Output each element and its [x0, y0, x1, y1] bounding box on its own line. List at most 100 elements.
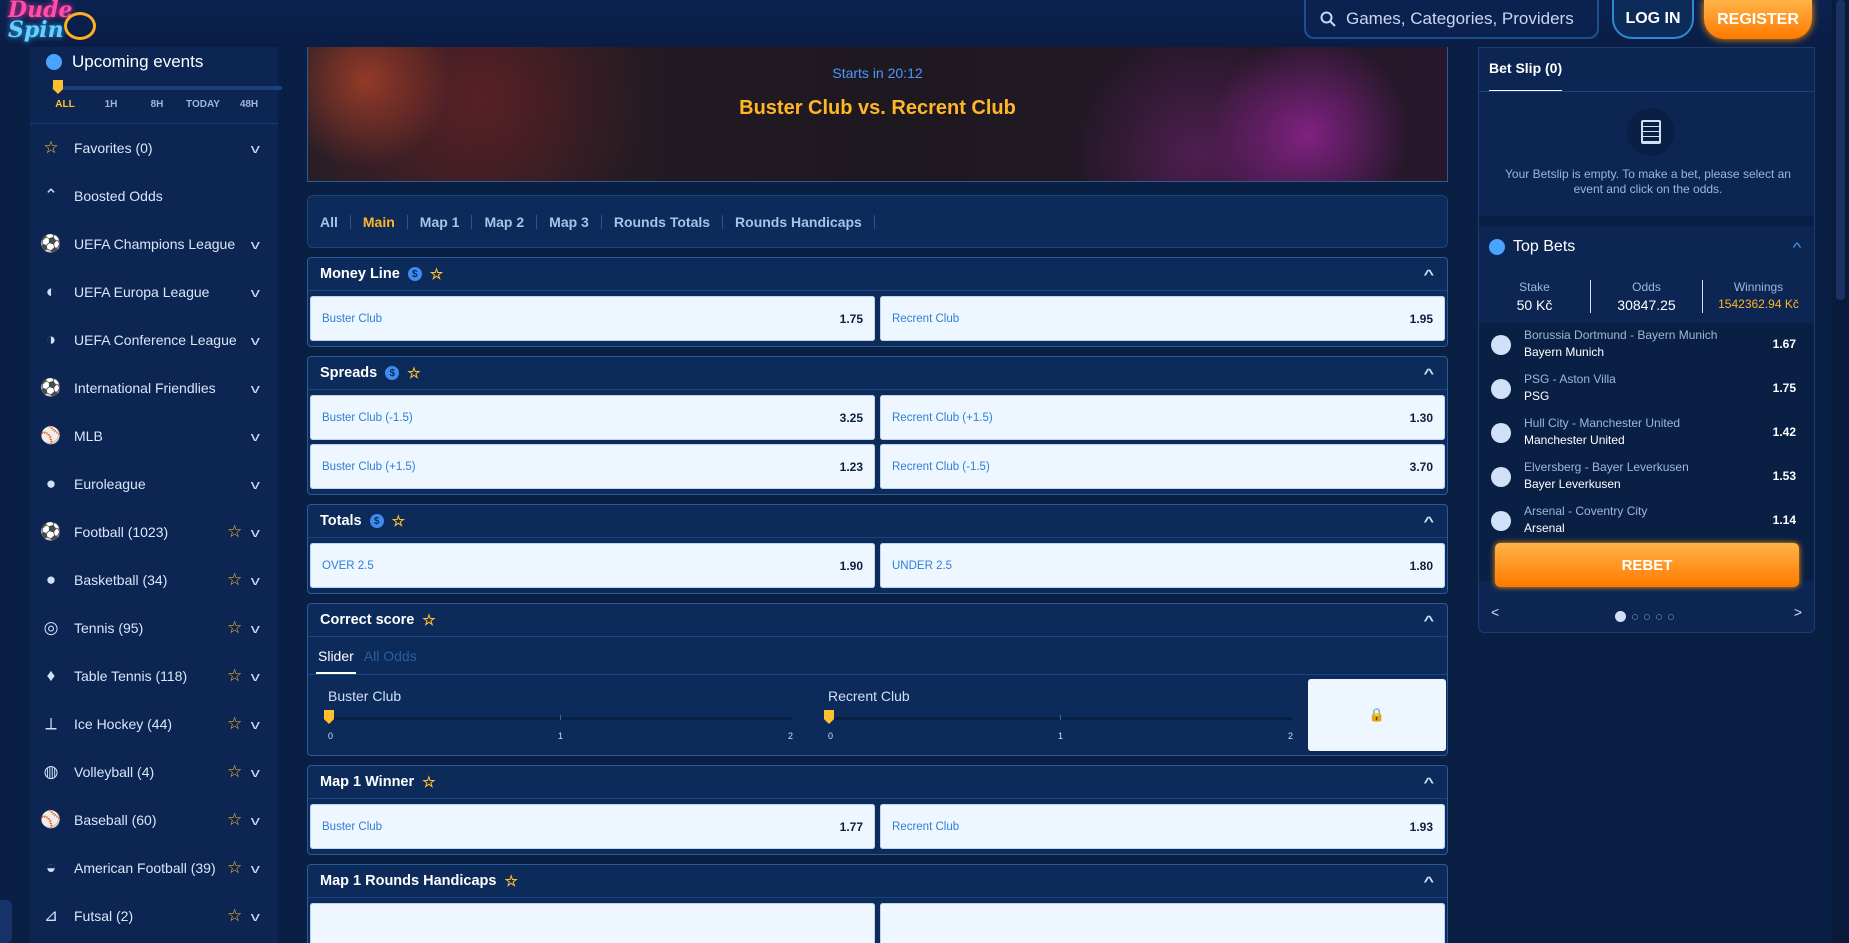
rebet-button[interactable]: REBET	[1495, 543, 1799, 587]
sidebar-item[interactable]: ⟂ Ice Hockey (44) ☆ v	[30, 700, 278, 748]
favorite-star-icon[interactable]: ☆	[227, 906, 242, 926]
market-header[interactable]: Money Line $ ☆ ^	[308, 258, 1447, 291]
slider-handle[interactable]	[324, 710, 334, 724]
favorite-star-icon[interactable]: ☆	[227, 762, 242, 782]
sidebar-item[interactable]: ♦ Table Tennis (118) ☆ v	[30, 652, 278, 700]
search-input[interactable]	[1346, 8, 1586, 29]
odds-button[interactable]: UNDER 2.5 1.80	[880, 543, 1445, 588]
carousel-dot[interactable]	[1632, 613, 1638, 620]
chevron-down-icon[interactable]: v	[251, 285, 260, 300]
chevron-down-icon[interactable]: v	[251, 237, 260, 252]
chevron-down-icon[interactable]: v	[251, 909, 260, 924]
chevron-down-icon[interactable]: v	[251, 333, 260, 348]
sidebar-item[interactable]: ⚾ Baseball (60) ☆ v	[30, 796, 278, 844]
favorite-star-icon[interactable]: ☆	[227, 570, 242, 590]
top-bet-item[interactable]: Borussia Dortmund - Bayern Munich Bayern …	[1479, 323, 1814, 367]
chevron-up-icon[interactable]: ^	[1424, 514, 1435, 529]
carousel-dot[interactable]	[1615, 611, 1626, 622]
odds-button[interactable]: Buster Club (+1.5) 1.23	[310, 444, 875, 489]
chevron-down-icon[interactable]: v	[251, 765, 260, 780]
chevron-down-icon[interactable]: v	[251, 141, 260, 156]
chevron-up-icon[interactable]: ^	[1424, 613, 1435, 628]
sidebar-item[interactable]: ⚾ MLB v	[30, 412, 278, 460]
market-header[interactable]: Map 1 Rounds Handicaps ☆ ^	[308, 865, 1447, 898]
tab-all[interactable]: All	[320, 214, 351, 229]
favorite-star-icon[interactable]: ☆	[227, 522, 242, 542]
favorite-star-icon[interactable]: ☆	[407, 364, 420, 382]
chevron-up-icon[interactable]: ^	[1424, 775, 1435, 790]
favorite-star-icon[interactable]: ☆	[227, 618, 242, 638]
odds-button[interactable]	[310, 903, 875, 943]
tab-slider[interactable]: Slider	[316, 638, 356, 674]
chevron-down-icon[interactable]: v	[251, 525, 260, 540]
login-button[interactable]: LOG IN	[1612, 0, 1694, 39]
favorite-star-icon[interactable]: ☆	[227, 810, 242, 830]
market-header[interactable]: Spreads $ ☆ ^	[308, 357, 1447, 390]
tab-map-3[interactable]: Map 3	[549, 214, 602, 229]
page-scrollbar[interactable]	[1832, 0, 1849, 943]
sidebar-item[interactable]: ● Basketball (34) ☆ v	[30, 556, 278, 604]
sidebar-item[interactable]: ◐ UEFA Europa League v	[30, 268, 278, 316]
favorite-star-icon[interactable]: ☆	[422, 773, 435, 791]
favorite-star-icon[interactable]: ☆	[227, 666, 242, 686]
chevron-down-icon[interactable]: v	[251, 381, 260, 396]
sidebar-item[interactable]: ☆ Favorites (0) v	[30, 124, 278, 172]
chevron-left-icon[interactable]: <	[1491, 604, 1499, 620]
bet-slip-tab[interactable]: Bet Slip (0)	[1489, 60, 1563, 92]
odds-button[interactable]: Buster Club (-1.5) 3.25	[310, 395, 875, 440]
odds-button[interactable]: Recrent Club 1.93	[880, 804, 1445, 849]
tab-main[interactable]: Main	[363, 214, 408, 229]
range-1h[interactable]: 1H	[88, 99, 134, 110]
range-today[interactable]: TODAY	[180, 99, 226, 110]
top-bet-item[interactable]: PSG - Aston Villa PSG 1.75	[1479, 367, 1814, 411]
chevron-up-icon[interactable]: ^	[1424, 366, 1435, 381]
top-bet-item[interactable]: Hull City - Manchester United Manchester …	[1479, 411, 1814, 455]
sidebar-item[interactable]: ⚽ Football (1023) ☆ v	[30, 508, 278, 556]
chevron-down-icon[interactable]: v	[251, 477, 260, 492]
chevron-down-icon[interactable]: v	[251, 429, 260, 444]
favorite-star-icon[interactable]: ☆	[227, 858, 242, 878]
tab-map-1[interactable]: Map 1	[420, 214, 473, 229]
logo[interactable]: Dude Spin	[8, 0, 72, 41]
chevron-up-icon[interactable]: ^	[1793, 240, 1802, 255]
chevron-down-icon[interactable]: v	[251, 573, 260, 588]
odds-button[interactable]: Recrent Club (-1.5) 3.70	[880, 444, 1445, 489]
range-48h[interactable]: 48H	[226, 99, 272, 110]
slider-handle[interactable]	[824, 710, 834, 724]
tab-rounds-totals[interactable]: Rounds Totals	[614, 214, 724, 229]
favorite-star-icon[interactable]: ☆	[227, 714, 242, 734]
sidebar-item[interactable]: ● Euroleague v	[30, 460, 278, 508]
odds-button[interactable]: Recrent Club (+1.5) 1.30	[880, 395, 1445, 440]
favorite-star-icon[interactable]: ☆	[392, 512, 405, 530]
sidebar-item[interactable]: ◑ UEFA Conference League v	[30, 316, 278, 364]
market-header[interactable]: Correct score ☆ ^	[308, 604, 1447, 637]
market-header[interactable]: Totals $ ☆ ^	[308, 505, 1447, 538]
odds-button[interactable]: OVER 2.5 1.90	[310, 543, 875, 588]
team1-score-slider[interactable]	[324, 710, 792, 724]
chat-tab[interactable]	[0, 900, 12, 943]
sidebar-item[interactable]: ⚽ UEFA Champions League v	[30, 220, 278, 268]
top-bet-item[interactable]: Arsenal - Coventry City Arsenal 1.14	[1479, 499, 1814, 543]
sidebar-item[interactable]: ⊿ Futsal (2) ☆ v	[30, 892, 278, 940]
favorite-star-icon[interactable]: ☆	[430, 265, 443, 283]
odds-button[interactable]	[880, 903, 1445, 943]
odds-button[interactable]: Buster Club 1.75	[310, 296, 875, 341]
carousel-dot[interactable]	[1656, 613, 1662, 620]
chevron-right-icon[interactable]: >	[1794, 604, 1802, 620]
odds-button[interactable]: Buster Club 1.77	[310, 804, 875, 849]
team2-score-slider[interactable]	[824, 710, 1292, 724]
register-button[interactable]: REGISTER	[1704, 0, 1812, 39]
chevron-down-icon[interactable]: v	[251, 621, 260, 636]
market-header[interactable]: Map 1 Winner ☆ ^	[308, 766, 1447, 799]
odds-button[interactable]: Recrent Club 1.95	[880, 296, 1445, 341]
time-range-handle[interactable]	[53, 80, 63, 94]
sidebar-item[interactable]: ◎ Tennis (95) ☆ v	[30, 604, 278, 652]
carousel-dot[interactable]	[1644, 613, 1650, 620]
sidebar-item[interactable]: ⚽ International Friendlies v	[30, 364, 278, 412]
locked-odds-button[interactable]: 🔒	[1308, 679, 1446, 751]
carousel-dot[interactable]	[1668, 613, 1674, 620]
chevron-down-icon[interactable]: v	[251, 669, 260, 684]
tab-all-odds[interactable]: All Odds	[364, 648, 417, 664]
chevron-down-icon[interactable]: v	[251, 813, 260, 828]
tab-rounds-handicaps[interactable]: Rounds Handicaps	[735, 214, 875, 229]
